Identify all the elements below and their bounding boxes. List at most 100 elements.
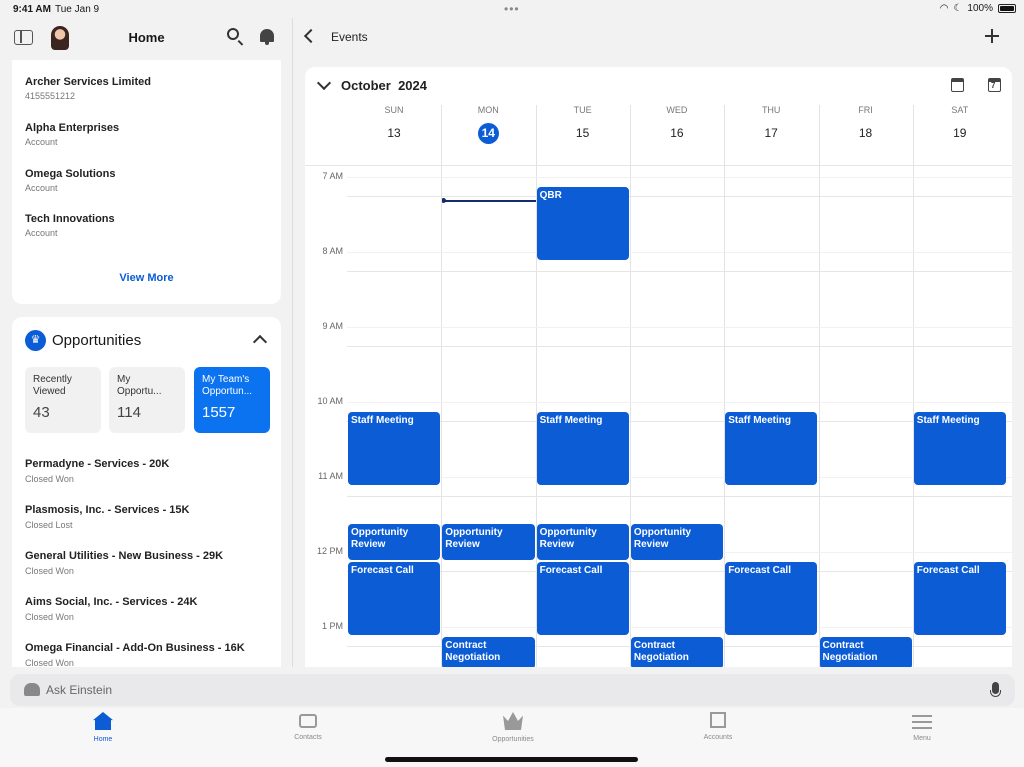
tab-contacts[interactable]: Contacts (263, 712, 353, 741)
half-hour-line (347, 420, 1012, 422)
add-event-icon[interactable] (984, 28, 1000, 44)
opportunity-name: Omega Financial - Add-On Business - 16K (25, 642, 245, 654)
day-name: SUN (384, 105, 404, 115)
chevron-down-icon[interactable] (316, 75, 332, 91)
tab-label: Contacts (294, 734, 322, 741)
event-title: Forecast Call (351, 564, 414, 576)
microphone-icon[interactable] (990, 682, 1001, 697)
tab-opportunities[interactable]: Opportunities (468, 712, 558, 743)
view-more-link[interactable]: View More (12, 272, 281, 284)
tab-label: Accounts (703, 734, 733, 741)
tab-accounts[interactable]: Accounts (673, 712, 763, 741)
day-name: THU (761, 105, 781, 115)
opportunities-card: ♛ Opportunities Recently Viewed 43 My Op… (12, 317, 281, 667)
day-header[interactable]: THU 17 (724, 105, 818, 144)
event-title: Staff Meeting (351, 414, 414, 426)
battery-percent: 100% (967, 3, 993, 14)
day-name: TUE (573, 105, 592, 115)
calendar-event[interactable]: Contract Negotiation (819, 636, 912, 667)
battery-icon (998, 4, 1016, 13)
account-name: Alpha Enterprises (25, 122, 120, 134)
hour-line (347, 327, 1012, 328)
chevron-up-icon[interactable] (252, 334, 268, 350)
calendar-event[interactable]: Contract Negotiation (630, 636, 724, 667)
calendar-event[interactable]: Opportunity Review (630, 524, 724, 560)
day-header[interactable]: SAT 19 (913, 105, 1007, 144)
calendar-event[interactable]: Opportunity Review (536, 524, 629, 560)
account-name: Omega Solutions (25, 168, 116, 180)
calendar-event[interactable]: Staff Meeting (348, 411, 441, 485)
list-item[interactable]: General Utilities - New Business - 29K C… (25, 550, 223, 576)
list-item[interactable]: Tech Innovations Account (25, 213, 115, 238)
home-header: Home (0, 18, 292, 56)
day-date: 15 (575, 126, 590, 140)
opportunity-name: Permadyne - Services - 20K (25, 458, 170, 470)
tab-menu[interactable]: Menu (877, 712, 967, 742)
tile-my-teams-opportunities[interactable]: My Team's Opportun... 1557 (194, 367, 270, 433)
day-header[interactable]: MON 14 (441, 105, 535, 144)
calendar-icon[interactable] (951, 78, 964, 92)
list-item[interactable]: Omega Solutions Account (25, 168, 115, 193)
moon-icon: ☾ (953, 3, 963, 14)
calendar-month[interactable]: October 2024 (341, 78, 427, 93)
event-title: Contract Negotiation (445, 639, 501, 663)
day-header[interactable]: WED 16 (630, 105, 724, 144)
calendar-event[interactable]: Forecast Call (913, 561, 1007, 635)
calendar-event[interactable]: Staff Meeting (725, 411, 818, 485)
bell-icon[interactable] (260, 29, 274, 45)
ask-einstein-bar[interactable]: Ask Einstein (10, 674, 1015, 706)
calendar-today-icon[interactable] (988, 78, 1001, 92)
tab-home[interactable]: Home (58, 712, 148, 743)
tile-recently-viewed[interactable]: Recently Viewed 43 (25, 367, 101, 433)
hour-label: 8 AM (322, 246, 343, 256)
calendar-event[interactable]: QBR (536, 186, 629, 260)
calendar-event[interactable]: Forecast Call (348, 561, 441, 635)
events-title: Events (331, 30, 368, 44)
tile-label: Recently Viewed (33, 374, 72, 397)
half-hour-line (347, 345, 1012, 347)
search-icon[interactable] (227, 28, 239, 40)
tile-count: 1557 (202, 404, 236, 421)
day-column-divider (441, 105, 443, 667)
day-header[interactable]: FRI 18 (819, 105, 913, 144)
calendar-event[interactable]: Forecast Call (536, 561, 629, 635)
today-date: 14 (477, 123, 499, 144)
opportunity-name: Plasmosis, Inc. - Services - 15K (25, 504, 190, 516)
day-header[interactable]: SUN 13 (347, 105, 441, 144)
calendar-event[interactable]: Forecast Call (725, 561, 818, 635)
event-title: Staff Meeting (539, 414, 603, 426)
calendar-event[interactable]: Opportunity Review (442, 524, 535, 560)
list-item[interactable]: Aims Social, Inc. - Services - 24K Close… (25, 596, 197, 622)
menu-icon (912, 715, 932, 729)
back-icon[interactable] (303, 28, 319, 44)
event-title: QBR (539, 189, 562, 201)
event-title: Forecast Call (916, 564, 980, 576)
crown-icon: ♛ (25, 330, 46, 351)
list-item[interactable]: Permadyne - Services - 20K Closed Won (25, 458, 169, 484)
day-date: 13 (387, 126, 401, 140)
calendar-event[interactable]: Staff Meeting (913, 411, 1007, 485)
opportunity-stage: Closed Won (25, 566, 74, 576)
calendar-event[interactable]: Contract Negotiation (442, 636, 535, 667)
half-hour-line (347, 195, 1012, 197)
day-header[interactable]: TUE 15 (536, 105, 630, 144)
calendar-event[interactable]: Opportunity Review (348, 524, 441, 560)
tile-my-opportunities[interactable]: My Opportu... 114 (109, 367, 185, 433)
event-title: Staff Meeting (916, 414, 980, 426)
hour-label: 10 AM (317, 396, 343, 406)
list-item[interactable]: Archer Services Limited 4155551212 (25, 76, 151, 101)
calendar-event[interactable]: Staff Meeting (536, 411, 629, 485)
opportunity-stage: Closed Lost (25, 520, 73, 530)
ask-einstein-input[interactable]: Ask Einstein (46, 683, 112, 697)
list-item[interactable]: Alpha Enterprises Account (25, 122, 119, 147)
hour-line (347, 627, 1012, 628)
list-item[interactable]: Omega Financial - Add-On Business - 16K … (25, 642, 245, 667)
list-item[interactable]: Plasmosis, Inc. - Services - 15K Closed … (25, 504, 189, 530)
crown-icon (503, 712, 523, 730)
hour-label: 7 AM (322, 171, 343, 181)
multitask-dots-icon[interactable]: ••• (504, 2, 520, 16)
status-date: Tue Jan 9 (55, 4, 100, 15)
day-column-divider (629, 105, 631, 667)
accounts-icon (710, 712, 726, 728)
week-calendar: October 2024 SUN 13 MON 14 TUE 15 WED 16 THU 17 FR… (305, 67, 1012, 667)
